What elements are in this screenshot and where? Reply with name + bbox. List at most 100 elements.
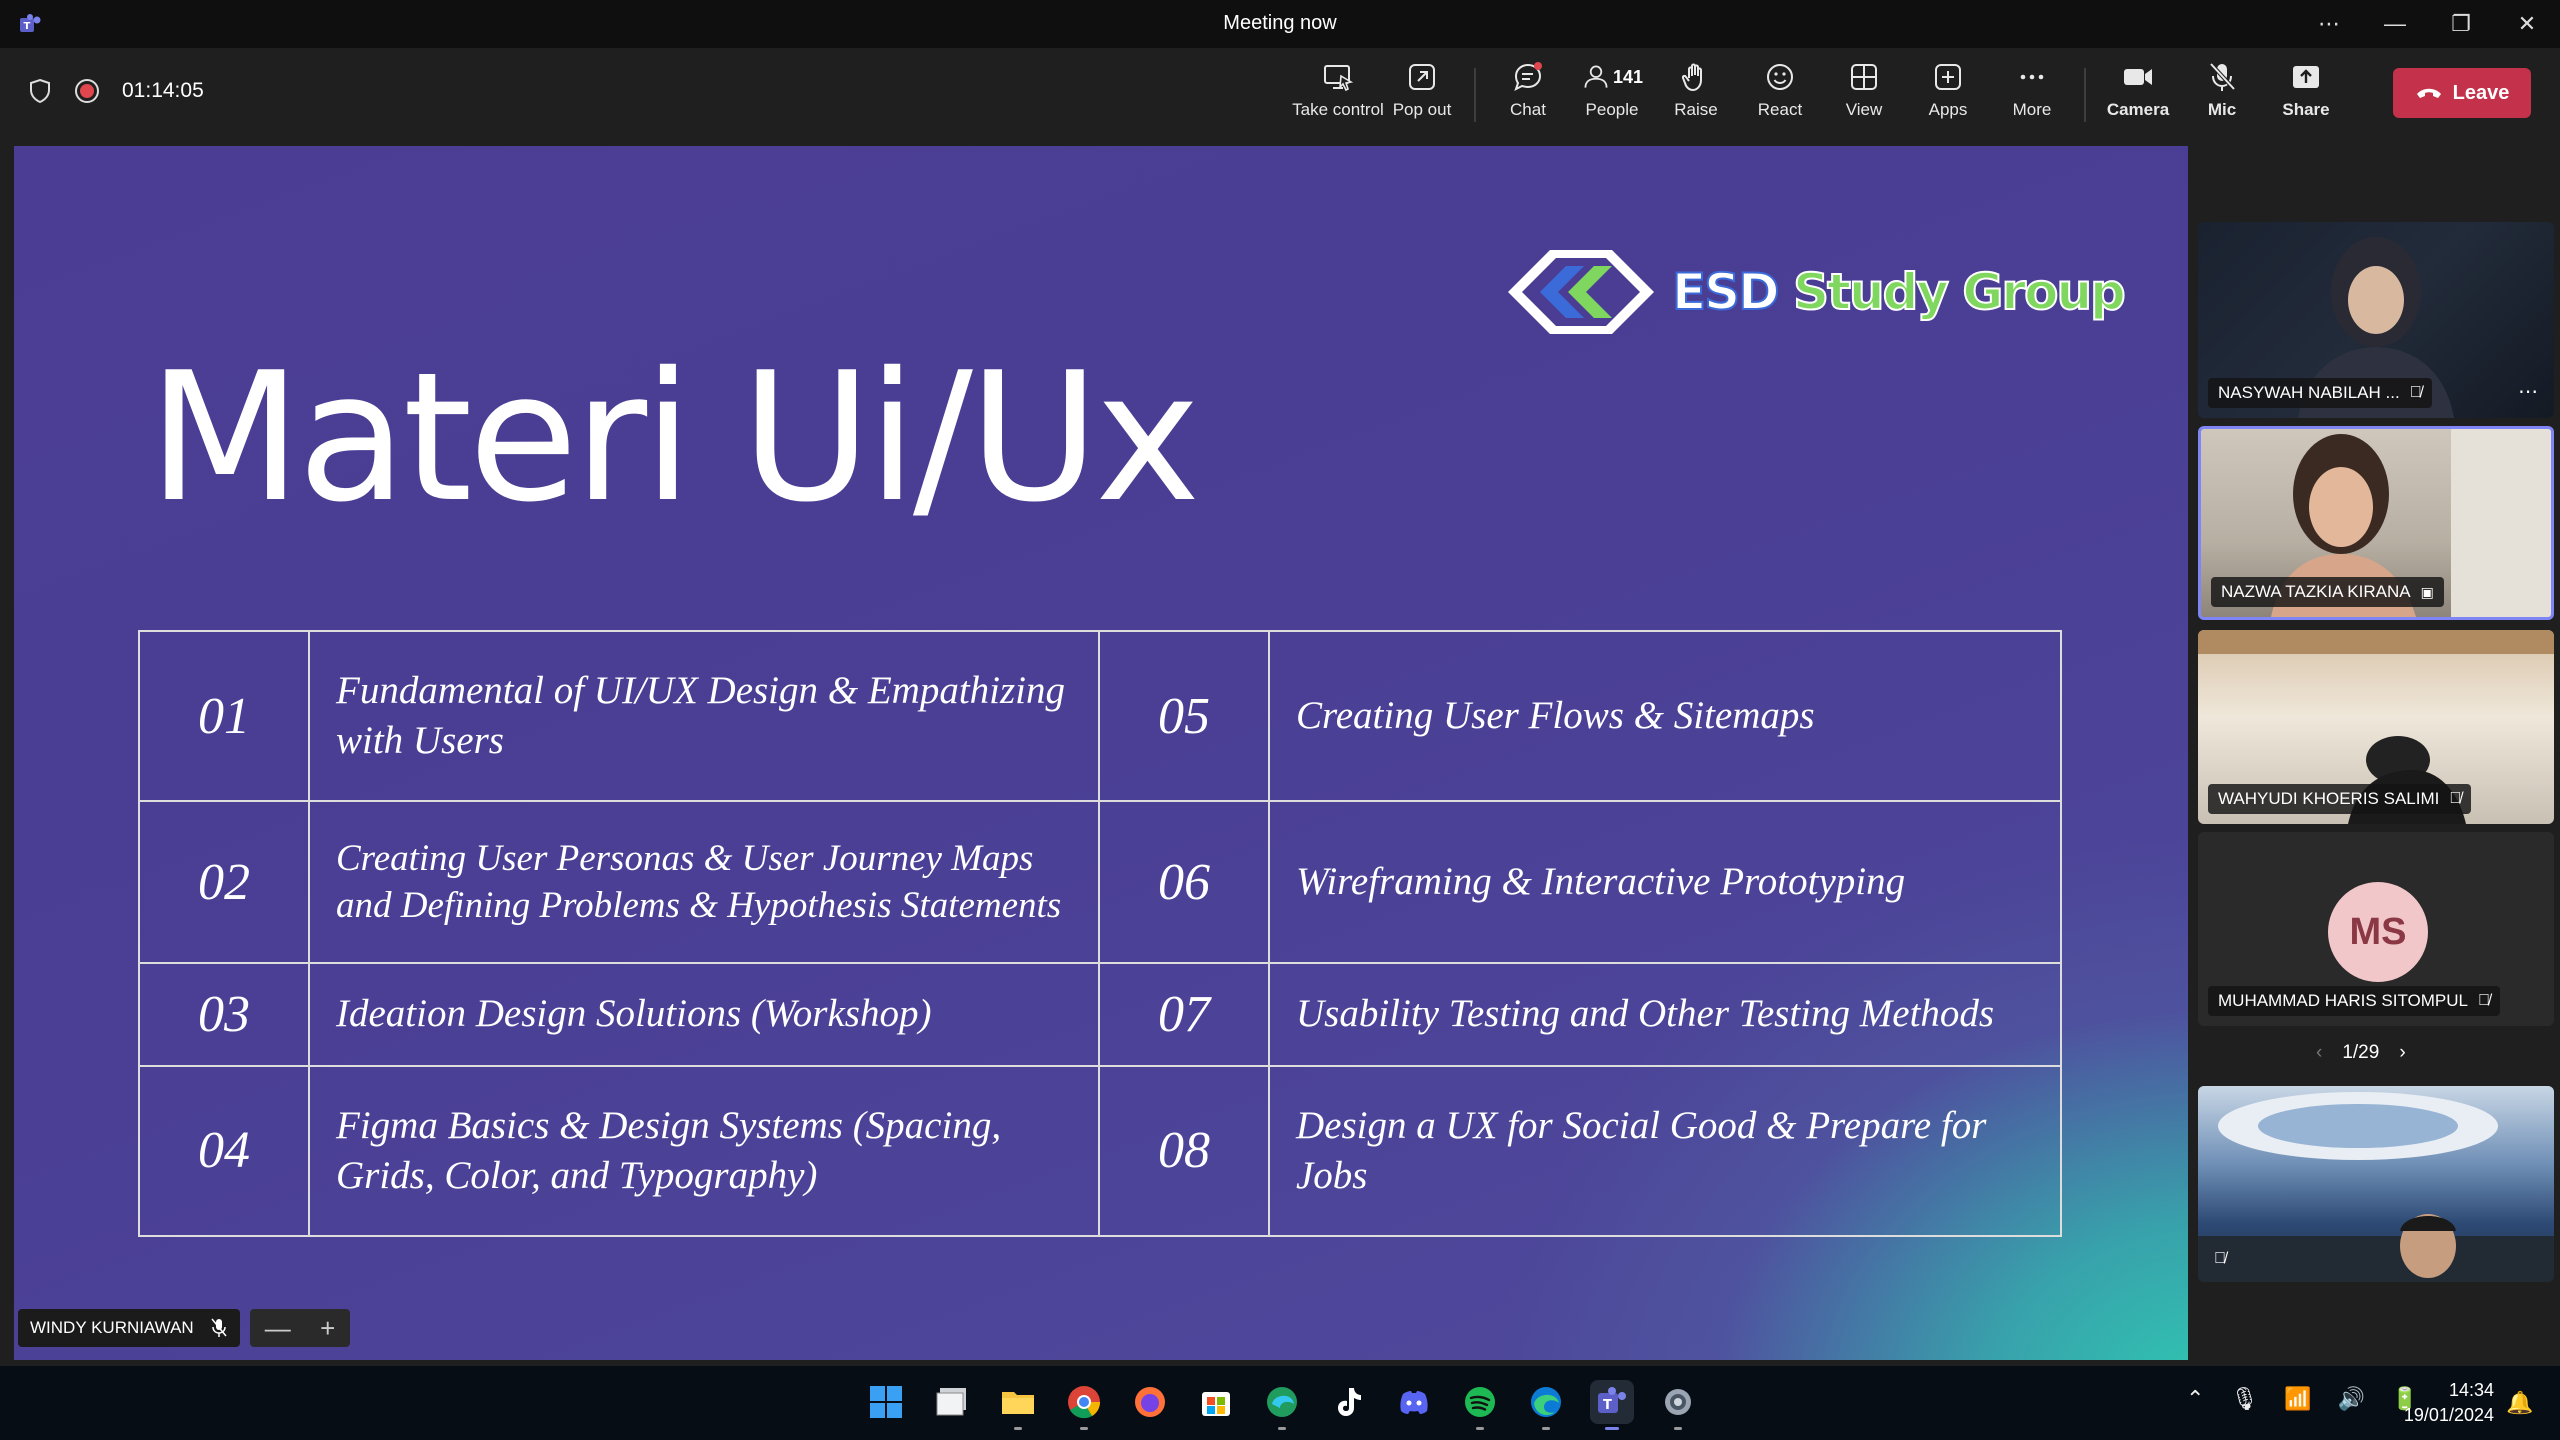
volume-icon[interactable]: 🔊 [2338, 1386, 2365, 1412]
topic-text: Ideation Design Solutions (Workshop) [308, 962, 1100, 1067]
topic-number: 07 [1098, 962, 1270, 1067]
camera-button[interactable]: Camera [2096, 60, 2180, 132]
participant-label: WAHYUDI KHOERIS SALIMI 🎙̸ [2208, 784, 2472, 814]
restore-button[interactable]: ❐ [2428, 0, 2494, 48]
window-more-button[interactable]: ⋯ [2296, 0, 2362, 48]
mic-off-icon [2209, 62, 2236, 91]
more-button[interactable]: More [1990, 60, 2074, 132]
zoom-out-button[interactable]: — [265, 1313, 291, 1344]
participant-label: NASYWAH NABILAH ... 🎙̸ [2208, 378, 2432, 408]
table-row: 01 Fundamental of UI/UX Design & Empathi… [138, 629, 2062, 803]
wifi-icon[interactable]: 📶 [2284, 1386, 2311, 1412]
leave-button[interactable]: Leave [2393, 68, 2531, 118]
screen-share-icon: ▣ [2420, 583, 2434, 600]
participant-name: NASYWAH NABILAH ... [2218, 383, 2400, 402]
raise-hand-icon [1681, 63, 1702, 92]
close-button[interactable]: ✕ [2494, 0, 2560, 48]
people-count: 141 [1612, 66, 1644, 87]
apps-icon [1935, 64, 1961, 90]
microphone-icon[interactable]: 🎙 [2230, 1386, 2258, 1412]
participant-name: NAZWA TAZKIA KIRANA [2221, 582, 2411, 601]
system-clock[interactable]: 14:34 19/01/2024 [2398, 1378, 2494, 1428]
apps-button[interactable]: Apps [1906, 60, 1990, 132]
edge-dev-icon[interactable] [1260, 1380, 1304, 1430]
topic-text: Creating User Personas & User Journey Ma… [308, 800, 1100, 965]
title-bar: T Meeting now ⋯ — ❐ ✕ [0, 0, 2560, 48]
participant-tile[interactable]: WAHYUDI KHOERIS SALIMI 🎙̸ [2198, 630, 2554, 824]
shared-screen-stage: ESD Study Group Materi Ui/Ux 01 Fundamen… [14, 146, 2188, 1360]
view-button[interactable]: View [1822, 60, 1906, 132]
topic-number: 05 [1098, 629, 1270, 803]
windows-taskbar: T ⌃ 🎙 📶 🔊 🔋 14:34 19/01/2024 🔔 [0, 1366, 2560, 1440]
discord-icon[interactable] [1392, 1380, 1436, 1424]
recording-icon [75, 79, 99, 103]
tiktok-icon[interactable] [1326, 1380, 1370, 1424]
esd-logo: ESD Study Group [1500, 234, 2127, 350]
participant-label: NAZWA TAZKIA KIRANA ▣ [2211, 577, 2444, 607]
pop-out-icon [1409, 64, 1435, 90]
pop-out-button[interactable]: Pop out [1380, 60, 1464, 132]
people-button[interactable]: 141 People [1570, 60, 1654, 132]
presenter-name-tag: WINDY KURNIAWAN [18, 1309, 240, 1347]
participant-tile[interactable]: NASYWAH NABILAH ... 🎙̸ ⋯ [2198, 222, 2554, 418]
teams-icon[interactable]: T [1590, 1380, 1634, 1430]
tile-more-icon[interactable]: ⋯ [2518, 379, 2538, 404]
self-video [2198, 1092, 2554, 1282]
settings-icon[interactable] [1656, 1380, 1700, 1430]
logo-text-study-group: Study Group [1792, 262, 2127, 322]
microsoft-store-icon[interactable] [1194, 1380, 1238, 1424]
topic-number: 02 [138, 800, 310, 965]
avatar: MS [2328, 882, 2428, 982]
logo-text-esd: ESD [1671, 262, 1781, 322]
participant-label: MUHAMMAD HARIS SITOMPUL 🎙̸ [2208, 986, 2500, 1016]
topic-text: Fundamental of UI/UX Design & Empathizin… [308, 629, 1100, 803]
svg-text:T: T [1603, 1398, 1612, 1413]
topic-text: Figma Basics & Design Systems (Spacing, … [308, 1064, 1100, 1237]
topic-number: 03 [138, 962, 310, 1067]
minimize-button[interactable]: — [2362, 0, 2428, 48]
firefox-icon[interactable] [1128, 1380, 1172, 1424]
self-view-tile[interactable]: 🎙̸ [2198, 1086, 2554, 1282]
chevron-up-icon[interactable]: ⌃ [2186, 1386, 2204, 1412]
take-control-button[interactable]: Take control [1292, 60, 1384, 132]
topic-text: Usability Testing and Other Testing Meth… [1268, 962, 2062, 1067]
topic-number: 08 [1098, 1064, 1270, 1237]
topic-number: 04 [138, 1064, 310, 1237]
participant-tile[interactable]: MS MUHAMMAD HARIS SITOMPUL 🎙̸ [2198, 832, 2554, 1026]
start-icon[interactable] [864, 1380, 908, 1424]
share-icon [2293, 66, 2319, 88]
chevron-right-icon[interactable]: › [2399, 1042, 2405, 1064]
chat-icon [1514, 62, 1542, 91]
system-tray: ⌃ 🎙 📶 🔊 🔋 [2186, 1386, 2419, 1412]
view-icon [1851, 64, 1877, 90]
zoom-in-button[interactable]: + [320, 1313, 335, 1344]
shield-icon[interactable] [28, 78, 52, 104]
mic-off-icon: 🎙̸ [2449, 790, 2462, 807]
table-row: 02 Creating User Personas & User Journey… [138, 800, 2062, 965]
raise-hand-button[interactable]: Raise [1654, 60, 1738, 132]
topic-text: Design a UX for Social Good & Prepare fo… [1268, 1064, 2062, 1237]
topics-table: 01 Fundamental of UI/UX Design & Empathi… [138, 629, 2062, 1237]
chat-button[interactable]: Chat [1486, 60, 1570, 132]
page-indicator: 1/29 [2342, 1042, 2380, 1063]
people-icon [1584, 65, 1608, 88]
react-button[interactable]: React [1738, 60, 1822, 132]
participant-tile-active-speaker[interactable]: NAZWA TAZKIA KIRANA ▣ [2198, 426, 2554, 620]
edge-icon[interactable] [1524, 1380, 1568, 1430]
presenter-name: WINDY KURNIAWAN [30, 1318, 194, 1337]
spotify-icon[interactable] [1458, 1380, 1502, 1430]
mic-button[interactable]: Mic [2180, 60, 2264, 132]
file-explorer-icon[interactable] [996, 1380, 1040, 1430]
meeting-toolbar: 01:14:05 Take control Pop out Chat 141 P… [0, 48, 2560, 142]
topic-number: 01 [138, 629, 310, 803]
take-control-icon [1324, 65, 1354, 92]
task-view-icon[interactable] [930, 1380, 974, 1424]
chrome-icon[interactable] [1062, 1380, 1106, 1430]
window-title: Meeting now [1223, 12, 1337, 34]
topic-text: Wireframing & Interactive Prototyping [1268, 800, 2062, 965]
share-button[interactable]: Share [2264, 60, 2348, 132]
zoom-controls: — + [250, 1309, 350, 1347]
notification-bell-icon[interactable]: 🔔 [2506, 1390, 2533, 1416]
esd-logo-icon [1508, 250, 1654, 334]
chevron-left-icon[interactable]: ‹ [2316, 1042, 2322, 1064]
